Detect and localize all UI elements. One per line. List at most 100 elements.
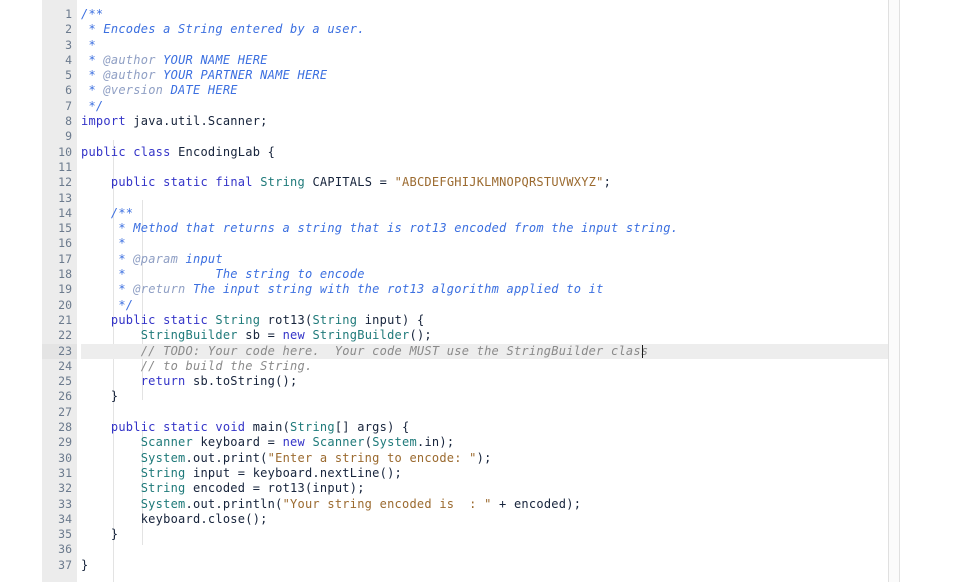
code-line[interactable]: return sb.toString();: [81, 374, 888, 389]
token-punc: [81, 420, 111, 434]
code-line[interactable]: *: [81, 236, 888, 251]
code-line[interactable]: [81, 160, 888, 175]
code-line[interactable]: }: [81, 389, 888, 404]
line-number[interactable]: 12: [42, 175, 77, 190]
line-number[interactable]: 23: [42, 343, 77, 359]
token-punc: (input);: [304, 481, 365, 496]
code-line[interactable]: String encoded = rot13(input);: [81, 481, 888, 496]
code-line[interactable]: *: [81, 38, 888, 53]
line-number[interactable]: 17: [42, 252, 77, 267]
token-punc: }: [81, 389, 119, 404]
token-docmark: *: [81, 221, 134, 236]
line-number[interactable]: 32: [42, 481, 77, 496]
line-number[interactable]: 30: [42, 451, 77, 466]
token-punc: [171, 145, 178, 159]
code-line[interactable]: * The string to encode: [81, 267, 888, 282]
code-line[interactable]: public class EncodingLab {: [81, 145, 888, 160]
line-number[interactable]: 33: [42, 497, 77, 512]
token-ident: EncodingLab: [178, 144, 261, 159]
code-line[interactable]: StringBuilder sb = new StringBuilder();: [81, 328, 888, 343]
code-line[interactable]: [81, 191, 888, 206]
code-surface[interactable]: /** * Encodes a String entered by a user…: [77, 0, 888, 582]
token-punc: [156, 175, 163, 189]
code-line[interactable]: [81, 542, 888, 557]
vertical-scrollbar[interactable]: [889, 0, 899, 582]
token-punc: =: [379, 175, 395, 190]
left-margin: [0, 0, 42, 582]
line-number[interactable]: 6: [42, 83, 77, 98]
code-line[interactable]: */: [81, 298, 888, 313]
line-number[interactable]: 5: [42, 68, 77, 83]
line-number[interactable]: 8: [42, 114, 77, 129]
line-number[interactable]: 34: [42, 512, 77, 527]
code-line[interactable]: }: [81, 527, 888, 542]
line-number[interactable]: 27: [42, 405, 77, 420]
code-line[interactable]: [81, 405, 888, 420]
code-line[interactable]: * @param input: [81, 252, 888, 267]
line-number[interactable]: 15: [42, 221, 77, 236]
line-number[interactable]: 26: [42, 389, 77, 404]
line-number[interactable]: 24: [42, 359, 77, 374]
code-line[interactable]: String input = keyboard.nextLine();: [81, 466, 888, 481]
token-doctag: @version: [103, 83, 164, 98]
code-line[interactable]: public static void main(String[] args) {: [81, 420, 888, 435]
line-number[interactable]: 18: [42, 267, 77, 282]
code-line[interactable]: * @version DATE HERE: [81, 83, 888, 98]
code-line[interactable]: * Encodes a String entered by a user.: [81, 22, 888, 37]
code-line-current[interactable]: // TODO: Your code here. Your code MUST …: [81, 343, 888, 359]
line-number[interactable]: 37: [42, 558, 77, 573]
code-line[interactable]: * Method that returns a string that is r…: [81, 221, 888, 236]
line-number[interactable]: 20: [42, 298, 77, 313]
line-number[interactable]: 31: [42, 466, 77, 481]
line-number[interactable]: 7: [42, 99, 77, 114]
code-line[interactable]: System.out.println("Your string encoded …: [81, 497, 888, 512]
code-line[interactable]: public static String rot13(String input)…: [81, 313, 888, 328]
line-number[interactable]: 29: [42, 435, 77, 450]
code-line[interactable]: * @author YOUR NAME HERE: [81, 53, 888, 68]
editor-pane[interactable]: 1 2 3 4 5 6 7 8 9 10 11 12 13 14 15 16 17 18 19 20 21 22 23 24 2…: [42, 0, 888, 582]
token-punc: ();: [409, 328, 432, 343]
code-text-area[interactable]: /** * Encodes a String entered by a user…: [77, 0, 888, 573]
code-line[interactable]: }: [81, 558, 888, 573]
token-doc: The input string with the rot13 algorith…: [193, 282, 604, 297]
line-number[interactable]: 10: [42, 145, 77, 160]
token-kw: public: [81, 144, 126, 159]
line-number[interactable]: 16: [42, 236, 77, 251]
token-punc: =: [267, 435, 283, 450]
code-line[interactable]: /**: [81, 7, 888, 22]
code-line[interactable]: /**: [81, 206, 888, 221]
line-number[interactable]: 35: [42, 527, 77, 542]
line-number[interactable]: 25: [42, 374, 77, 389]
line-number[interactable]: 14: [42, 206, 77, 221]
token-ident: keyboard.close: [81, 511, 246, 526]
line-number[interactable]: 9: [42, 129, 77, 144]
line-number[interactable]: 21: [42, 313, 77, 328]
code-line[interactable]: System.out.print("Enter a string to enco…: [81, 451, 888, 466]
code-line[interactable]: [81, 129, 888, 144]
token-kw: public: [110, 420, 156, 435]
line-number[interactable]: 2: [42, 22, 77, 37]
line-number[interactable]: 22: [42, 328, 77, 343]
token-punc: [81, 451, 141, 465]
line-number[interactable]: 4: [42, 53, 77, 68]
line-number[interactable]: 11: [42, 160, 77, 175]
line-number[interactable]: 13: [42, 191, 77, 206]
token-punc: ();: [245, 511, 268, 526]
code-line[interactable]: * @return The input string with the rot1…: [81, 282, 888, 297]
code-line[interactable]: // to build the String.: [81, 359, 888, 374]
line-number[interactable]: 19: [42, 282, 77, 297]
line-number[interactable]: 36: [42, 542, 77, 557]
code-line[interactable]: keyboard.close();: [81, 512, 888, 527]
line-number[interactable]: 28: [42, 420, 77, 435]
code-line[interactable]: Scanner keyboard = new Scanner(System.in…: [81, 435, 888, 450]
code-line[interactable]: * @author YOUR PARTNER NAME HERE: [81, 68, 888, 83]
line-number[interactable]: 3: [42, 38, 77, 53]
line-number-gutter[interactable]: 1 2 3 4 5 6 7 8 9 10 11 12 13 14 15 16 17 18 19 20 21 22 23 24 2…: [42, 0, 77, 582]
code-line[interactable]: import java.util.Scanner;: [81, 114, 888, 129]
code-line[interactable]: */: [81, 99, 888, 114]
line-number[interactable]: 1: [42, 7, 77, 22]
token-kw: new: [282, 435, 305, 450]
token-str: "ABCDEFGHIJKLMNOPQRSTUVWXYZ": [394, 175, 604, 190]
code-line[interactable]: public static final String CAPITALS = "A…: [81, 175, 888, 190]
token-punc: (: [282, 420, 291, 435]
